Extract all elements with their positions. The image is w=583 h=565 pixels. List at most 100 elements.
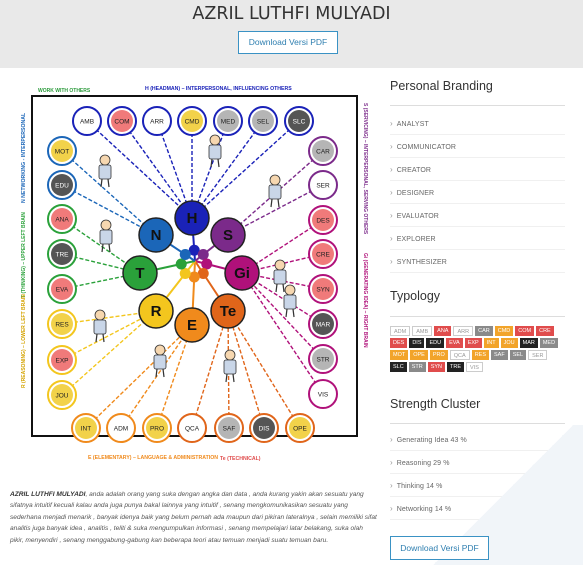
outer-node-label: SAF xyxy=(223,425,236,432)
branding-item[interactable]: › DESIGNER xyxy=(390,181,565,204)
typology-tag-com: COM xyxy=(515,326,535,336)
chevron-right-icon: › xyxy=(390,211,393,220)
chevron-right-icon: › xyxy=(390,165,393,174)
branding-list: › ANALYST › COMMUNICATOR › CREATOR › DESIGNER › E… xyxy=(390,112,565,273)
outer-node-qca: QCA xyxy=(177,413,207,443)
branding-item[interactable]: › COMMUNICATOR xyxy=(390,135,565,158)
branding-item[interactable]: › SYNTHESIZER xyxy=(390,250,565,273)
center-node-r: R xyxy=(138,293,174,329)
branding-title: Personal Branding xyxy=(390,79,493,93)
typology-tag-ana: ANA xyxy=(434,326,452,336)
chevron-right-icon: › xyxy=(390,234,393,243)
typology-diagram: AMB COM ARR CMD MED SEL SLC CAR SER DES CRE SYN MAR S… xyxy=(10,73,378,473)
strength-divider xyxy=(390,423,565,424)
te-category-label: Te (TECHNICAL) xyxy=(220,456,261,462)
outer-node-label: EVA xyxy=(56,286,69,293)
branding-item-label: EXPLORER xyxy=(396,236,436,243)
outer-node-res: RES xyxy=(47,309,77,339)
outer-node-label: COM xyxy=(114,118,129,125)
typology-tag-syn: SYN xyxy=(427,362,446,372)
branding-item[interactable]: › EXPLORER xyxy=(390,227,565,250)
outer-node-label: SLC xyxy=(293,118,306,125)
outer-node-ser: SER xyxy=(308,170,338,200)
center-node-label: N xyxy=(151,227,162,244)
branding-item-label: COMMUNICATOR xyxy=(396,144,457,151)
outer-node-arr: ARR xyxy=(142,106,172,136)
r-category-label: R (REASONING) – LOWER LEFT BRAIN xyxy=(21,294,27,388)
footer-download-pdf-button[interactable]: Download Versi PDF xyxy=(390,536,489,560)
branding-divider xyxy=(390,105,565,106)
outer-node-car: CAR xyxy=(308,136,338,166)
chevron-right-icon: › xyxy=(390,257,393,266)
typology-tag-int: INT xyxy=(483,338,499,348)
typology-tag-slc: SLC xyxy=(390,362,407,372)
outer-node-dis: DIS xyxy=(249,413,279,443)
outer-node-label: DIS xyxy=(259,425,271,432)
typology-tag-saf: SAF xyxy=(491,350,508,360)
center-node-label: H xyxy=(187,210,198,227)
typology-tag-car: CAR xyxy=(475,326,493,336)
outer-node-label: MED xyxy=(221,118,236,125)
typology-tag-vis: VIS xyxy=(466,362,483,372)
outer-node-label: OPE xyxy=(293,425,307,432)
typology-tag-exp: EXP xyxy=(464,338,482,348)
branding-item[interactable]: › EVALUATOR xyxy=(390,204,565,227)
n-category-label: N NETWORKING - INTERPERSONAL xyxy=(21,112,27,203)
t-category-label: T (THINKING) – UPPER LEFT BRAIN xyxy=(21,212,27,298)
typology-tag-qca: QCA xyxy=(449,350,470,360)
center-node-label: S xyxy=(223,227,233,244)
outer-node-label: TRE xyxy=(56,251,70,258)
outer-node-label: EXP xyxy=(55,357,68,364)
download-pdf-button[interactable]: Download Versi PDF xyxy=(238,31,338,54)
outer-node-label: CRE xyxy=(316,251,330,258)
center-node-n: N xyxy=(138,217,174,253)
outer-node-label: EDU xyxy=(55,182,69,189)
typology-tag-pro: PRO xyxy=(429,350,448,360)
outer-node-cre: CRE xyxy=(308,239,338,269)
outer-node-label: STR xyxy=(317,356,330,363)
typology-tag-adm: ADM xyxy=(390,326,411,336)
outer-node-label: RES xyxy=(55,321,69,328)
center-node-label: R xyxy=(151,303,162,320)
outer-node-com: COM xyxy=(107,106,137,136)
outer-node-exp: EXP xyxy=(47,345,77,375)
work-with-others-label: WORK WITH OTHERS xyxy=(38,88,91,94)
typology-tags: ADM AMB ANA ARR CAR CMD COM CRE DES DIS EDU EVA EXP I… xyxy=(390,326,565,372)
center-node-gi: Gi xyxy=(224,255,260,291)
outer-node-str: STR xyxy=(308,344,338,374)
e-category-label: E (ELEMENTARY) – LANGUAGE & ADMINISTRATI… xyxy=(88,455,218,461)
typology-tag-amb: AMB xyxy=(412,326,433,336)
branding-item[interactable]: › CREATOR xyxy=(390,158,565,181)
outer-node-amb: AMB xyxy=(72,106,102,136)
typology-tag-ope: OPE xyxy=(410,350,428,360)
outer-node-med: MED xyxy=(213,106,243,136)
outer-node-label: CMD xyxy=(185,118,200,125)
center-node-s: S xyxy=(210,217,246,253)
outer-node-label: CAR xyxy=(316,148,330,155)
outer-node-label: MOT xyxy=(55,148,69,155)
outer-node-label: ARR xyxy=(150,118,164,125)
branding-item-label: EVALUATOR xyxy=(396,213,439,220)
outer-node-pro: PRO xyxy=(142,413,172,443)
typology-tag-mar: MAR xyxy=(519,338,538,348)
chevron-right-icon: › xyxy=(390,119,393,128)
chevron-right-icon: › xyxy=(390,188,393,197)
outer-node-label: MAR xyxy=(316,321,331,328)
center-node-label: E xyxy=(187,317,197,334)
branding-item[interactable]: › ANALYST xyxy=(390,112,565,135)
branding-item-label: ANALYST xyxy=(396,121,429,128)
branding-item-label: SYNTHESIZER xyxy=(396,259,447,266)
hub-dot xyxy=(201,258,213,270)
typology-tag-tre: TRE xyxy=(447,362,465,372)
hub-dot xyxy=(179,268,191,279)
chevron-right-icon: › xyxy=(390,142,393,151)
outer-node-label: DES xyxy=(316,217,330,224)
outer-node-label: ANA xyxy=(55,216,69,223)
outer-node-label: VIS xyxy=(318,391,329,398)
typology-tag-str: STR xyxy=(408,362,426,372)
h-category-label: H (HEADMAN) – INTERPERSONAL, INFLUENCING… xyxy=(145,86,292,92)
outer-node-adm: ADM xyxy=(106,413,136,443)
outer-node-ope: OPE xyxy=(285,413,315,443)
typology-tag-res: RES xyxy=(471,350,490,360)
outer-node-syn: SYN xyxy=(308,274,338,304)
